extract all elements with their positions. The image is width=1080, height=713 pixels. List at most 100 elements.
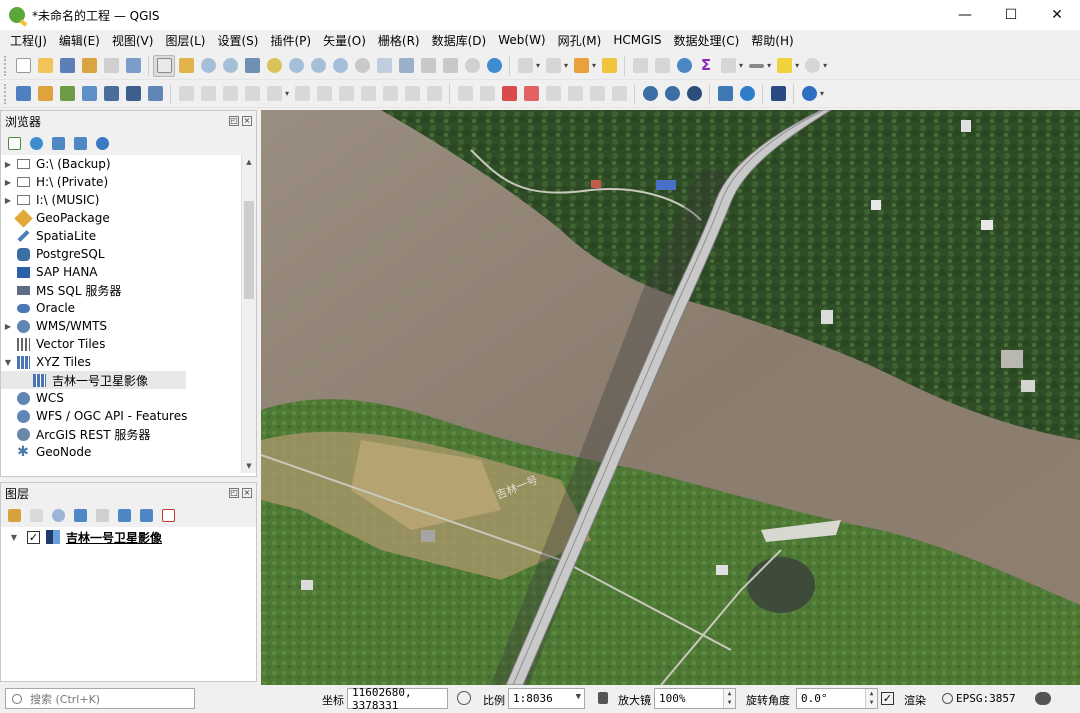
save-as-icon[interactable] — [78, 55, 100, 77]
messages-speech-bubble-icon[interactable] — [1035, 692, 1051, 705]
browser-item[interactable]: ▶ G:\ (Backup) — [1, 155, 256, 173]
save-project-icon[interactable] — [56, 55, 78, 77]
add-group-icon[interactable] — [27, 506, 45, 524]
attribute-table-icon[interactable] — [629, 55, 651, 77]
close-button[interactable]: ✕ — [1034, 0, 1080, 30]
web-globe-icon[interactable] — [639, 83, 661, 105]
toolbar-grip[interactable] — [4, 55, 8, 76]
copy-features-icon[interactable] — [357, 83, 379, 105]
zoom-last-icon[interactable] — [329, 55, 351, 77]
browser-item[interactable]: 吉林一号卫星影像 — [1, 371, 186, 389]
label-highlight-icon[interactable] — [498, 83, 520, 105]
vertex-tool-icon[interactable] — [263, 83, 285, 105]
add-mesh-layer-icon[interactable] — [100, 83, 122, 105]
cut-features-icon[interactable] — [335, 83, 357, 105]
statistics-sigma-icon[interactable]: Σ — [695, 55, 717, 77]
magnifier-spin-arrows-icon[interactable]: ▲ ▼ — [723, 689, 735, 708]
measure-line-icon[interactable] — [745, 55, 767, 77]
dropdown-arrow-icon[interactable]: ▾ — [285, 89, 289, 98]
filter-expression-icon[interactable] — [93, 506, 111, 524]
menu-item[interactable]: 数据处理(C) — [668, 32, 746, 49]
expand-arrow-icon[interactable]: ▶ — [1, 178, 15, 187]
dropdown-arrow-icon[interactable]: ▾ — [536, 61, 540, 70]
label-tool-icon[interactable] — [454, 83, 476, 105]
close-panel-icon[interactable]: × — [242, 488, 252, 498]
wkt-icon[interactable] — [798, 83, 820, 105]
collapse-arrow-icon[interactable]: ▼ — [7, 533, 21, 542]
crs-button[interactable]: EPSG:3857 — [956, 692, 1016, 705]
menu-item[interactable]: 矢量(O) — [317, 32, 372, 49]
style-brush-icon[interactable] — [5, 506, 23, 524]
collapse-all-icon[interactable] — [71, 134, 89, 152]
deselect-icon[interactable] — [598, 55, 620, 77]
pan-to-selection-icon[interactable] — [175, 55, 197, 77]
info-icon[interactable] — [93, 134, 111, 152]
zoom-out-icon[interactable] — [219, 55, 241, 77]
scroll-up-arrow-icon[interactable]: ▲ — [242, 155, 256, 169]
add-geopackage-icon[interactable] — [34, 83, 56, 105]
show-hide-labels-icon[interactable] — [608, 83, 630, 105]
browser-item[interactable]: SAP HANA — [1, 263, 256, 281]
render-checkbox[interactable]: ✓ — [881, 692, 894, 705]
add-vector-layer-icon[interactable] — [56, 83, 78, 105]
collapse-all-icon[interactable] — [137, 506, 155, 524]
rotation-spin-arrows-icon[interactable]: ▲ ▼ — [865, 689, 877, 708]
dropdown-arrow-icon[interactable]: ▾ — [564, 61, 568, 70]
menu-item[interactable]: HCMGIS — [607, 33, 667, 47]
dropdown-arrow-icon[interactable]: ▾ — [795, 61, 799, 70]
dropdown-arrow-icon[interactable]: ▾ — [592, 61, 596, 70]
browser-item[interactable]: Oracle — [1, 299, 256, 317]
browser-scrollbar[interactable]: ▲ ▼ — [241, 155, 256, 473]
menu-item[interactable]: Web(W) — [492, 33, 551, 47]
identify-icon[interactable] — [514, 55, 536, 77]
toolbar-grip[interactable] — [4, 83, 8, 104]
refresh-icon[interactable] — [483, 55, 505, 77]
open-project-icon[interactable] — [34, 55, 56, 77]
close-panel-icon[interactable]: × — [242, 116, 252, 126]
help-book-icon[interactable] — [767, 83, 789, 105]
map-canvas[interactable]: 吉林一号 — [261, 110, 1080, 685]
expand-all-icon[interactable] — [115, 506, 133, 524]
float-panel-icon[interactable]: ◰ — [229, 488, 239, 498]
add-selected-layers-icon[interactable] — [5, 134, 23, 152]
menu-item[interactable]: 图层(L) — [159, 32, 211, 49]
scale-combobox[interactable]: 1:8036 ▼ — [508, 688, 585, 709]
maximize-button[interactable]: ☐ — [988, 0, 1034, 30]
rotate-label-icon[interactable] — [564, 83, 586, 105]
filter-legend-icon[interactable] — [71, 506, 89, 524]
collapse-arrow-icon[interactable]: ▼ — [1, 358, 15, 367]
map-tips-icon[interactable] — [773, 55, 795, 77]
lock-scale-icon[interactable] — [598, 692, 608, 704]
modify-attributes-icon[interactable] — [291, 83, 313, 105]
undo-icon[interactable] — [401, 83, 423, 105]
menu-item[interactable]: 视图(V) — [106, 32, 160, 49]
browser-item[interactable]: WCS — [1, 389, 256, 407]
browser-item[interactable]: ✱ GeoNode — [1, 443, 256, 461]
select-by-value-icon[interactable] — [570, 55, 592, 77]
show-bookmarks-icon[interactable] — [439, 55, 461, 77]
new-3d-view-icon[interactable] — [395, 55, 417, 77]
add-feature-icon[interactable] — [241, 83, 263, 105]
annotation-icon[interactable] — [801, 55, 823, 77]
coordinate-input[interactable]: 11602680, 3378331 — [347, 686, 448, 712]
delete-selected-icon[interactable] — [313, 83, 335, 105]
dropdown-arrow-icon[interactable]: ▾ — [823, 61, 827, 70]
expand-arrow-icon[interactable]: ▶ — [1, 322, 15, 331]
layer-visibility-checkbox[interactable]: ✓ — [27, 530, 40, 544]
mouse-coords-toggle-icon[interactable] — [457, 691, 471, 705]
manage-visibility-icon[interactable] — [49, 506, 67, 524]
menu-item[interactable]: 编辑(E) — [53, 32, 106, 49]
browser-item[interactable]: ArcGIS REST 服务器 — [1, 425, 256, 443]
measure-icon[interactable] — [717, 55, 739, 77]
menu-item[interactable]: 插件(P) — [264, 32, 317, 49]
data-source-manager-icon[interactable] — [12, 83, 34, 105]
add-virtual-layer-icon[interactable] — [122, 83, 144, 105]
paste-features-icon[interactable] — [379, 83, 401, 105]
add-spatialite-icon[interactable] — [144, 83, 166, 105]
crs-globe-icon[interactable] — [942, 693, 953, 704]
pin-labels-icon[interactable] — [476, 83, 498, 105]
browser-item[interactable]: ▶ I:\ (MUSIC) — [1, 191, 256, 209]
dropdown-arrow-icon[interactable]: ▾ — [767, 61, 771, 70]
web-globe-search-icon[interactable] — [661, 83, 683, 105]
zoom-full-icon[interactable] — [241, 55, 263, 77]
